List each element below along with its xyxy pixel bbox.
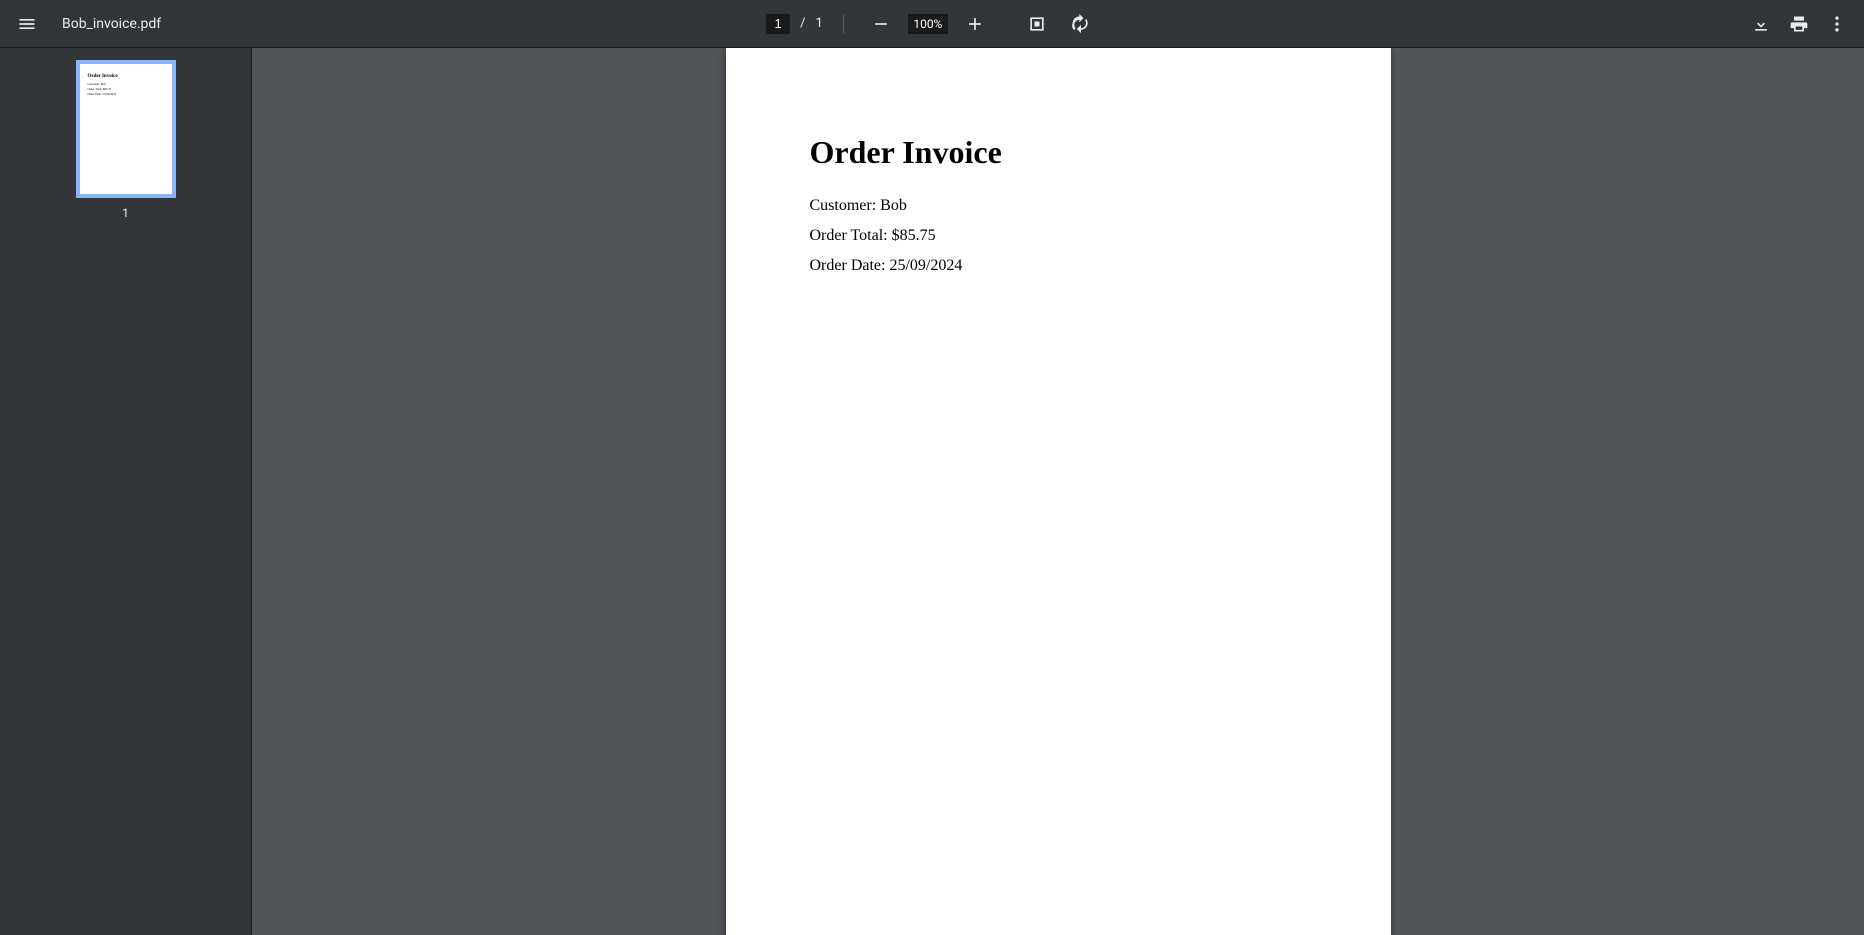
file-name: Bob_invoice.pdf: [62, 16, 161, 32]
customer-line: Customer: Bob: [810, 197, 1307, 215]
rotate-icon[interactable]: [1064, 7, 1098, 41]
toolbar-right: [1098, 7, 1854, 41]
zoom-level[interactable]: 100%: [908, 14, 948, 34]
order-date-line: Order Date: 25/09/2024: [810, 257, 1307, 275]
thumbnail-item[interactable]: Order Invoice Customer: Bob Order Total:…: [76, 60, 176, 220]
thumb-title: Order Invoice: [88, 74, 164, 79]
pdf-toolbar: Bob_invoice.pdf / 1 100%: [0, 0, 1864, 48]
zoom-out-icon[interactable]: [864, 7, 898, 41]
page-number-input[interactable]: [766, 14, 790, 34]
menu-icon[interactable]: [10, 7, 44, 41]
thumbnail-page-number: 1: [122, 206, 129, 220]
separator: [843, 15, 844, 33]
toolbar-center: / 1 100%: [766, 7, 1098, 41]
thumbnail-sidebar: Order Invoice Customer: Bob Order Total:…: [0, 48, 252, 935]
document-viewport[interactable]: Order Invoice Customer: Bob Order Total:…: [252, 48, 1864, 935]
more-icon[interactable]: [1820, 7, 1854, 41]
content-area: Order Invoice Customer: Bob Order Total:…: [0, 48, 1864, 935]
thumb-line: Order Date: 25/09/2024: [88, 92, 164, 97]
pdf-page: Order Invoice Customer: Bob Order Total:…: [726, 48, 1391, 935]
download-icon[interactable]: [1744, 7, 1778, 41]
fit-to-page-icon[interactable]: [1020, 7, 1054, 41]
page-total: 1: [816, 16, 823, 31]
toolbar-left: Bob_invoice.pdf: [10, 7, 766, 41]
page-thumbnail[interactable]: Order Invoice Customer: Bob Order Total:…: [76, 60, 176, 198]
document-title: Order Invoice: [810, 134, 1307, 171]
zoom-in-icon[interactable]: [958, 7, 992, 41]
order-total-line: Order Total: $85.75: [810, 227, 1307, 245]
print-icon[interactable]: [1782, 7, 1816, 41]
page-separator: /: [800, 16, 805, 31]
